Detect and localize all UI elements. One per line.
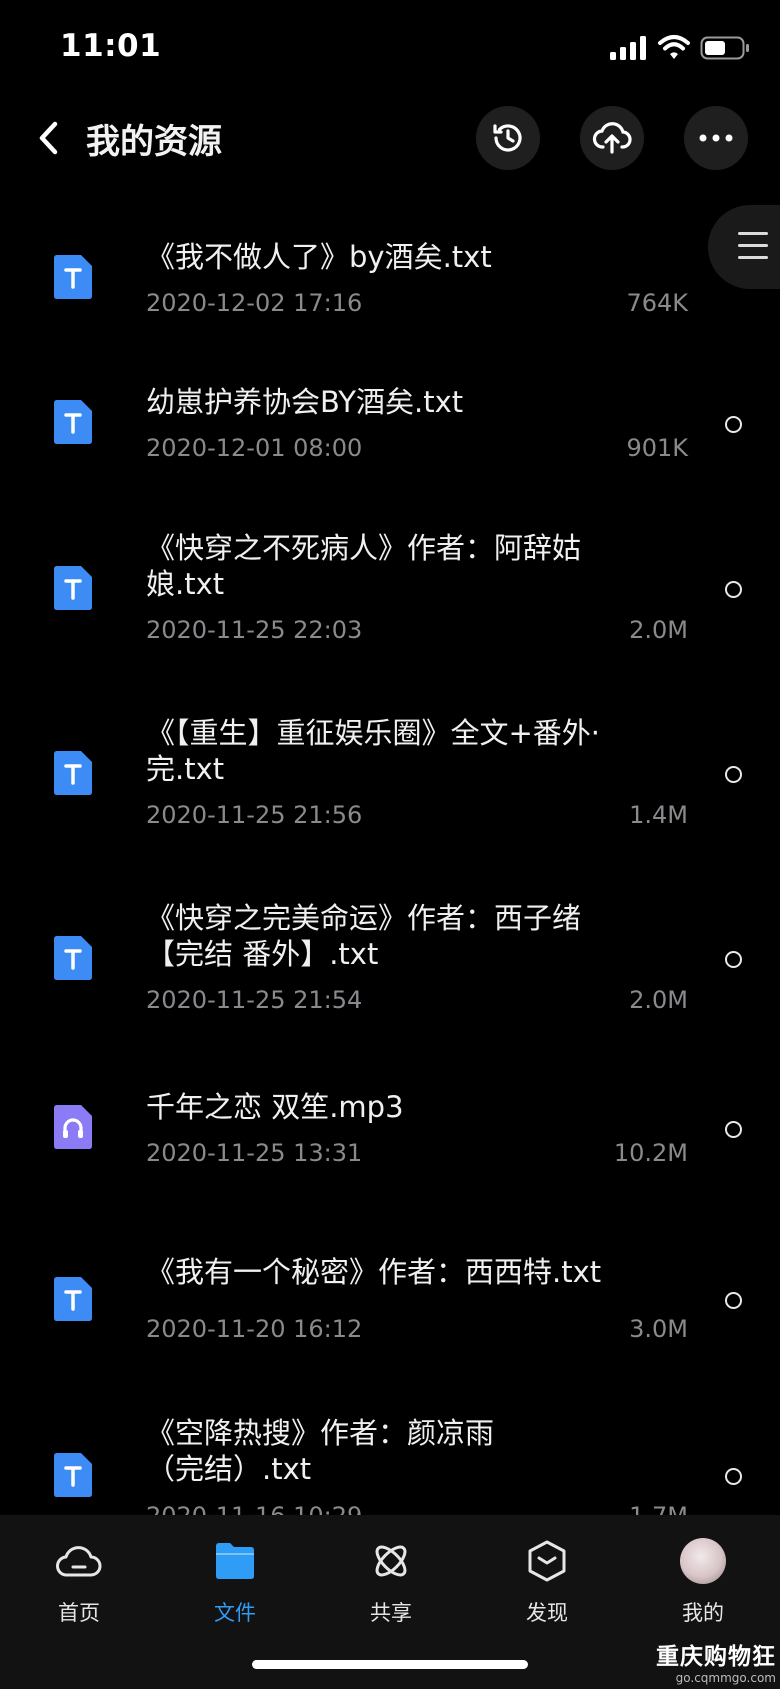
file-size: 2.0M — [629, 616, 688, 644]
select-radio[interactable] — [725, 1292, 742, 1309]
file-list: 《我不做人了》by酒矣.txt 2020-12-02 17:16 764K 幼崽… — [0, 205, 780, 1515]
folder-icon — [216, 1543, 254, 1579]
history-icon — [493, 124, 522, 152]
file-meta: 2020-11-25 22:03 2.0M — [146, 616, 688, 644]
file-row[interactable]: 《我不做人了》by酒矣.txt 2020-12-02 17:16 764K — [0, 205, 780, 335]
file-meta: 2020-11-20 16:12 3.0M — [146, 1315, 688, 1343]
file-row[interactable]: 《空降热搜》作者：颜凉雨（完结）.txt 2020-11-16 10:29 1.… — [0, 1415, 780, 1515]
file-size: 10.2M — [613, 1139, 688, 1167]
file-name: 《空降热搜》作者：颜凉雨（完结）.txt — [146, 1416, 495, 1486]
header: 我的资源 — [0, 96, 780, 186]
file-row[interactable]: 幼崽护养协会BY酒矣.txt 2020-12-01 08:00 901K — [0, 350, 780, 480]
watermark: 重庆购物狂 go.cqmmgo.com — [656, 1637, 776, 1685]
watermark-title: 重庆购物狂 — [656, 1644, 776, 1670]
file-name: 《【重生】重征娱乐圈》全文+番外·完.txt — [146, 716, 601, 786]
file-row[interactable]: 《【重生】重征娱乐圈》全文+番外·完.txt 2020-11-25 21:56 … — [0, 700, 780, 865]
file-name: 《我有一个秘密》作者：西西特.txt — [146, 1255, 602, 1289]
select-radio[interactable] — [725, 416, 742, 433]
select-radio[interactable] — [725, 766, 742, 783]
file-date: 2020-11-25 22:03 — [146, 616, 363, 644]
tab-files[interactable]: 文件 — [175, 1535, 295, 1627]
file-name: 《快穿之不死病人》作者：阿辞姑娘.txt — [146, 531, 582, 601]
file-row[interactable]: 千年之恋 双笙.mp3 2020-11-25 13:31 10.2M — [0, 1065, 780, 1195]
text-file-icon — [54, 1453, 92, 1497]
text-file-icon — [54, 751, 92, 795]
file-size: 3.0M — [629, 1315, 688, 1343]
file-row[interactable]: 《我有一个秘密》作者：西西特.txt 2020-11-20 16:12 3.0M — [0, 1235, 780, 1365]
file-meta: 2020-11-16 10:29 1.7M — [146, 1502, 688, 1515]
file-date: 2020-12-01 08:00 — [146, 434, 363, 462]
avatar — [680, 1538, 726, 1584]
file-meta: 2020-11-25 21:54 2.0M — [146, 986, 688, 1014]
file-meta: 2020-11-25 21:56 1.4M — [146, 801, 688, 829]
file-size: 1.7M — [629, 1502, 688, 1515]
text-file-icon — [54, 1277, 92, 1321]
more-icon — [699, 134, 733, 142]
file-date: 2020-11-25 21:54 — [146, 986, 363, 1014]
history-button[interactable] — [476, 106, 540, 170]
file-date: 2020-11-16 10:29 — [146, 1502, 362, 1515]
text-file-icon — [54, 255, 92, 299]
cloud-upload-icon — [592, 122, 632, 154]
battery-icon — [700, 36, 749, 60]
atom-share-icon — [375, 1545, 407, 1577]
file-size: 2.0M — [629, 986, 688, 1014]
text-file-icon — [54, 936, 92, 980]
text-file-icon — [54, 400, 92, 444]
text-file-icon — [54, 566, 92, 610]
cloud-home-icon — [56, 1546, 102, 1577]
file-name: 幼崽护养协会BY酒矣.txt — [146, 385, 464, 419]
file-meta: 2020-12-01 08:00 901K — [146, 434, 688, 462]
more-button[interactable] — [684, 106, 748, 170]
file-size: 764K — [626, 289, 688, 317]
file-meta: 2020-11-25 13:31 10.2M — [146, 1139, 688, 1167]
home-indicator — [252, 1660, 528, 1669]
watermark-url: go.cqmmgo.com — [675, 1671, 776, 1685]
tab-label: 首页 — [58, 1601, 100, 1625]
file-row[interactable]: 《快穿之不死病人》作者：阿辞姑娘.txt 2020-11-25 22:03 2.… — [0, 515, 780, 680]
file-date: 2020-12-02 17:16 — [146, 289, 363, 317]
file-size: 901K — [626, 434, 688, 462]
file-meta: 2020-12-02 17:16 764K — [146, 289, 688, 317]
status-bar: 11:01 — [0, 0, 780, 96]
audio-file-icon — [54, 1105, 92, 1149]
tab-home[interactable]: 首页 — [19, 1535, 139, 1627]
back-button[interactable] — [26, 116, 70, 160]
select-radio[interactable] — [725, 581, 742, 598]
status-time: 11:01 — [60, 28, 162, 64]
back-icon — [39, 121, 58, 155]
tab-label: 文件 — [214, 1601, 256, 1625]
tab-label: 我的 — [682, 1601, 724, 1625]
upload-button[interactable] — [580, 106, 644, 170]
signal-icon — [610, 36, 646, 60]
file-date: 2020-11-20 16:12 — [146, 1315, 363, 1343]
tab-share[interactable]: 共享 — [331, 1535, 451, 1627]
file-name: 《快穿之完美命运》作者：西子绪【完结 番外】.txt — [146, 901, 582, 971]
select-radio[interactable] — [725, 1121, 742, 1138]
file-name: 千年之恋 双笙.mp3 — [146, 1090, 404, 1124]
tab-discover[interactable]: 发现 — [487, 1535, 607, 1627]
file-row[interactable]: 《快穿之完美命运》作者：西子绪【完结 番外】.txt 2020-11-25 21… — [0, 885, 780, 1050]
tab-label: 共享 — [370, 1601, 412, 1625]
select-radio[interactable] — [725, 951, 742, 968]
file-date: 2020-11-25 21:56 — [146, 801, 363, 829]
file-size: 1.4M — [629, 801, 688, 829]
cube-discover-icon — [528, 1540, 566, 1582]
tab-label: 发现 — [526, 1601, 568, 1625]
select-radio[interactable] — [725, 1468, 742, 1485]
wifi-icon — [658, 35, 690, 59]
menu-icon — [738, 232, 768, 268]
page-title: 我的资源 — [86, 122, 222, 162]
file-name: 《我不做人了》by酒矣.txt — [146, 240, 492, 274]
file-date: 2020-11-25 13:31 — [146, 1139, 363, 1167]
tab-mine[interactable]: 我的 — [643, 1535, 763, 1627]
